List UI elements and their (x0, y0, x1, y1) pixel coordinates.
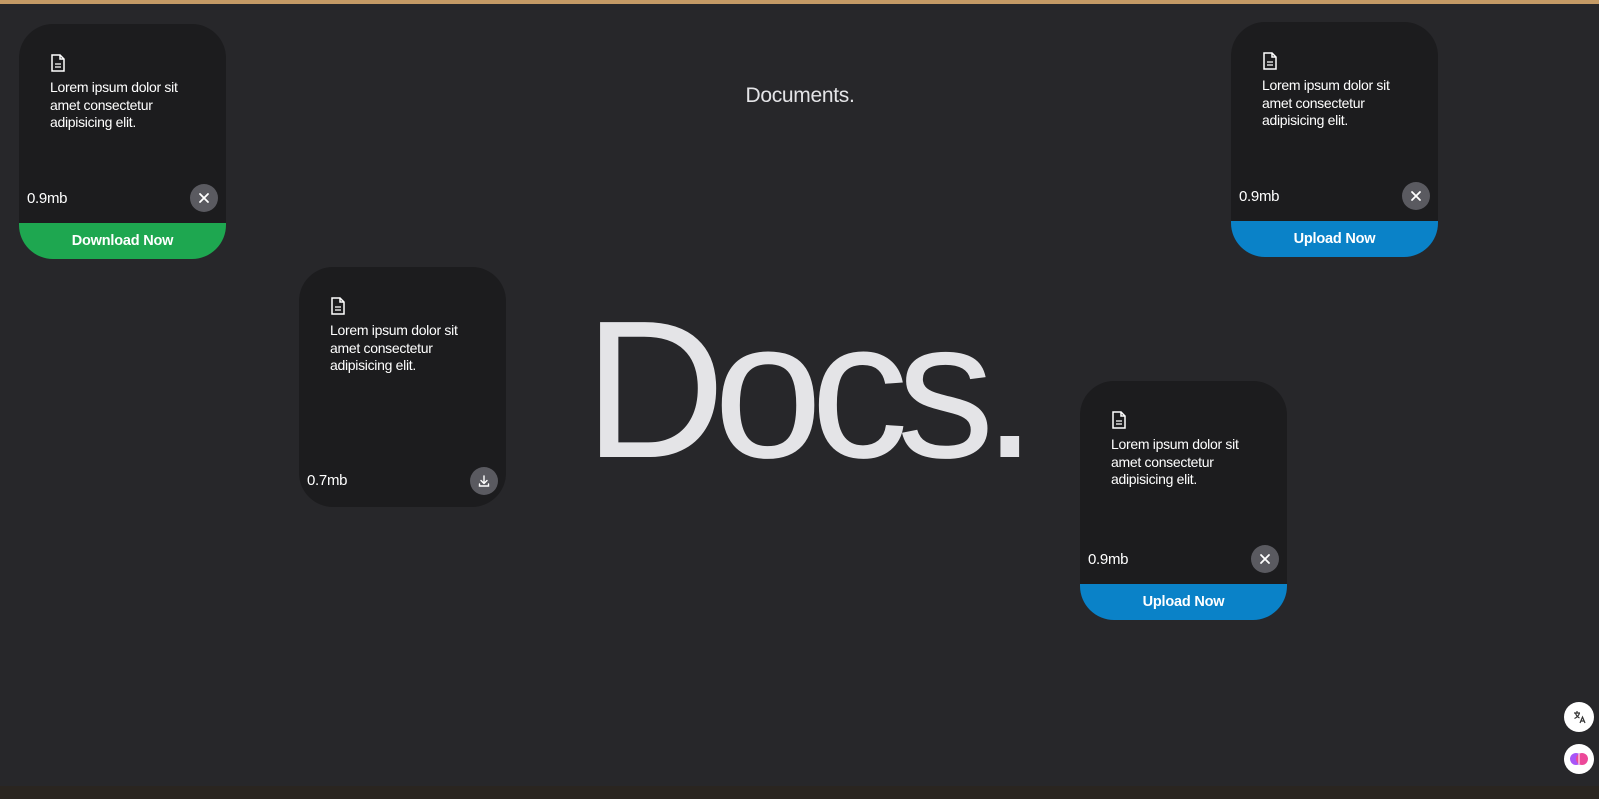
close-icon (1260, 554, 1270, 564)
download-button[interactable] (470, 467, 498, 495)
document-description: Lorem ipsum dolor sit amet consectetur a… (1262, 77, 1390, 128)
document-description: Lorem ipsum dolor sit amet consectetur a… (1111, 436, 1239, 487)
translate-icon (1574, 711, 1586, 724)
top-accent-bar (0, 0, 1599, 4)
document-card: Lorem ipsum dolor sit amet consectetur a… (1080, 381, 1287, 620)
document-description: Lorem ipsum dolor sit amet consectetur a… (330, 322, 458, 373)
document-icon (1112, 411, 1126, 429)
close-icon (199, 193, 209, 203)
document-description: Lorem ipsum dolor sit amet consectetur a… (50, 79, 178, 130)
translate-button[interactable] (1564, 702, 1594, 732)
file-size: 0.9mb (1239, 188, 1280, 205)
close-button[interactable] (190, 184, 218, 212)
file-size: 0.9mb (1088, 551, 1129, 568)
hero-title: Docs. (584, 280, 1037, 499)
close-button[interactable] (1402, 182, 1430, 210)
document-card: Lorem ipsum dolor sit amet consectetur a… (1231, 22, 1438, 257)
brain-icon (1570, 753, 1588, 765)
page-heading: Documents. (745, 84, 855, 107)
file-size: 0.9mb (27, 190, 68, 207)
document-icon (331, 297, 345, 315)
document-icon (51, 54, 65, 72)
upload-now-button[interactable]: Upload Now (1231, 221, 1438, 257)
download-now-button[interactable]: Download Now (19, 223, 226, 259)
close-icon (1411, 191, 1421, 201)
upload-now-button[interactable]: Upload Now (1080, 584, 1287, 620)
taskbar (0, 786, 1599, 799)
document-icon (1263, 52, 1277, 70)
file-size: 0.7mb (307, 472, 348, 489)
assistant-button[interactable] (1564, 744, 1594, 774)
download-icon (478, 475, 490, 487)
document-card: Lorem ipsum dolor sit amet consectetur a… (299, 267, 506, 507)
document-card: Lorem ipsum dolor sit amet consectetur a… (19, 24, 226, 259)
close-button[interactable] (1251, 545, 1279, 573)
